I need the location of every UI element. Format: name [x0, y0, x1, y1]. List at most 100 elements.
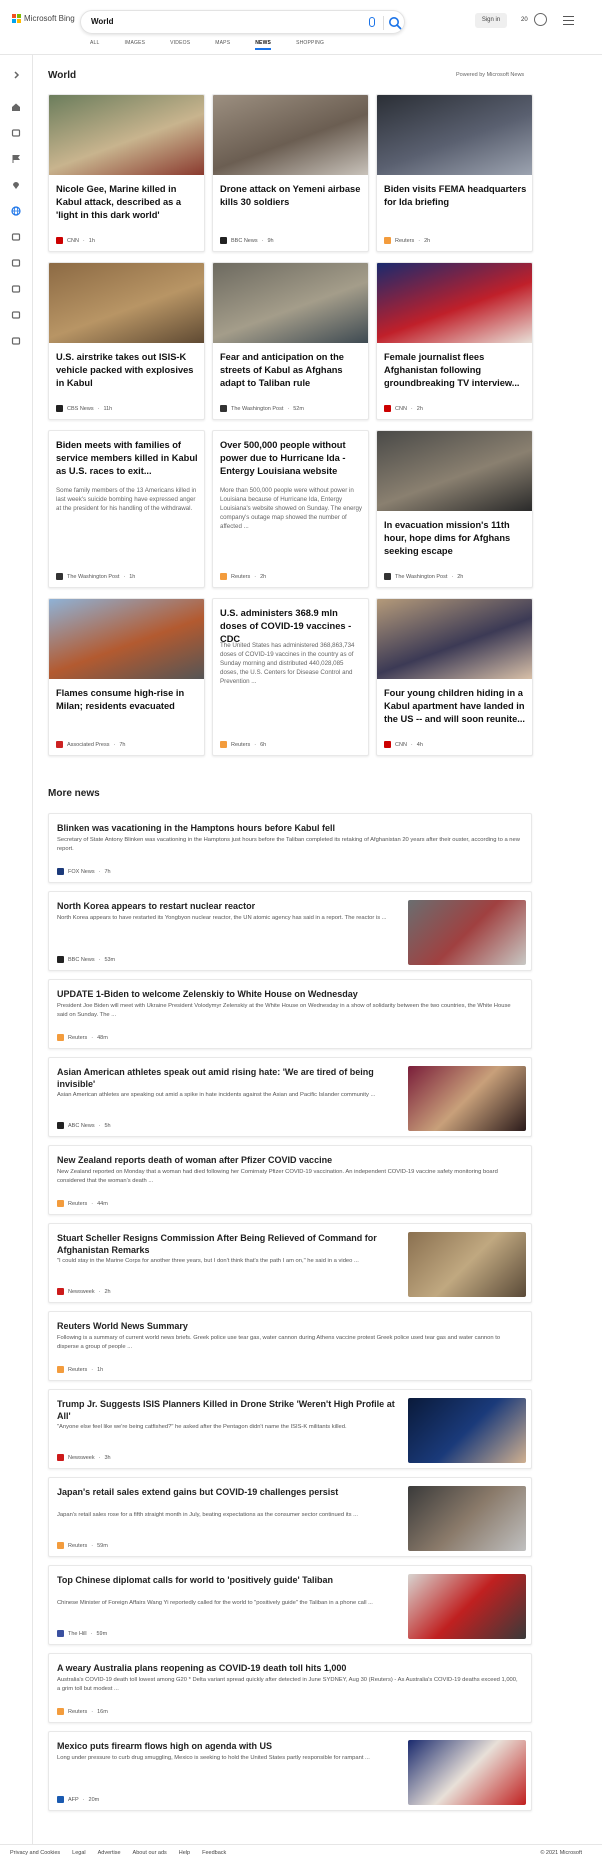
news-card-source[interactable]: CNN · 4h: [384, 741, 423, 748]
news-card-image[interactable]: [49, 263, 204, 343]
news-card-title[interactable]: Flames consume high-rise in Milan; resid…: [56, 687, 199, 713]
news-card-title[interactable]: Over 500,000 people without power due to…: [220, 439, 363, 478]
news-card-title[interactable]: U.S. airstrike takes out ISIS-K vehicle …: [56, 351, 199, 390]
more-news-item[interactable]: Asian American athletes speak out amid r…: [48, 1057, 532, 1137]
news-card-image[interactable]: [377, 263, 532, 343]
more-news-item[interactable]: Reuters World News Summary Following is a…: [48, 1311, 532, 1381]
more-news-title[interactable]: Mexico puts firearm flows high on agenda…: [57, 1740, 397, 1752]
more-news-source[interactable]: BBC News · 53m: [57, 956, 115, 963]
bank-icon[interactable]: [11, 307, 21, 319]
tab-maps[interactable]: MAPS: [215, 40, 230, 50]
news-card-image[interactable]: [377, 599, 532, 679]
news-card[interactable]: Four young children hiding in a Kabul ap…: [376, 598, 533, 756]
more-news-title[interactable]: New Zealand reports death of woman after…: [57, 1154, 522, 1166]
more-news-title[interactable]: Japan's retail sales extend gains but CO…: [57, 1486, 397, 1498]
more-news-item[interactable]: Trump Jr. Suggests ISIS Planners Killed …: [48, 1389, 532, 1469]
more-news-thumbnail[interactable]: [408, 1740, 526, 1805]
footer-link[interactable]: Legal: [72, 1850, 85, 1856]
more-news-source[interactable]: Reuters · 16m: [57, 1708, 108, 1715]
science-icon[interactable]: [11, 229, 21, 241]
more-news-source[interactable]: Reuters · 59m: [57, 1542, 108, 1549]
more-news-source[interactable]: AFP · 20m: [57, 1796, 99, 1803]
more-news-thumbnail[interactable]: [408, 1486, 526, 1551]
news-card-title[interactable]: Fear and anticipation on the streets of …: [220, 351, 363, 390]
tab-shopping[interactable]: SHOPPING: [296, 40, 324, 50]
more-news-title[interactable]: A weary Australia plans reopening as COV…: [57, 1662, 522, 1674]
news-card-source[interactable]: CBS News · 11h: [56, 405, 112, 412]
footer-link[interactable]: Feedback: [202, 1850, 226, 1856]
news-card-image[interactable]: [213, 263, 368, 343]
tab-videos[interactable]: VIDEOS: [170, 40, 190, 50]
footer-link[interactable]: Help: [179, 1850, 190, 1856]
news-card-image[interactable]: [377, 431, 532, 511]
plane-icon[interactable]: [11, 125, 21, 137]
news-card-image[interactable]: [49, 95, 204, 175]
more-news-source[interactable]: Reuters · 1h: [57, 1366, 103, 1373]
news-card-title[interactable]: Nicole Gee, Marine killed in Kabul attac…: [56, 183, 199, 222]
news-card-source[interactable]: The Washington Post · 1h: [56, 573, 135, 580]
flag-icon[interactable]: [11, 151, 21, 163]
more-news-source[interactable]: Reuters · 48m: [57, 1034, 108, 1041]
search-input[interactable]: World: [91, 17, 114, 26]
news-card-source[interactable]: Associated Press · 7h: [56, 741, 125, 748]
more-news-item[interactable]: Stuart Scheller Resigns Commission After…: [48, 1223, 532, 1303]
footer-link[interactable]: Advertise: [98, 1850, 121, 1856]
news-card[interactable]: Drone attack on Yemeni airbase kills 30 …: [212, 94, 369, 252]
film-icon[interactable]: [11, 281, 21, 293]
news-card-source[interactable]: CNN · 1h: [56, 237, 95, 244]
news-card-title[interactable]: Biden meets with families of service mem…: [56, 439, 199, 478]
news-card-source[interactable]: Reuters · 2h: [220, 573, 266, 580]
rewards-icon[interactable]: [534, 13, 547, 26]
search-box[interactable]: World: [80, 10, 405, 34]
hamburger-menu-icon[interactable]: [563, 16, 574, 25]
rewards-points[interactable]: 20: [521, 17, 528, 23]
news-card-source[interactable]: Reuters · 2h: [384, 237, 430, 244]
globe-icon[interactable]: [11, 203, 21, 216]
more-news-thumbnail[interactable]: [408, 1066, 526, 1131]
more-news-thumbnail[interactable]: [408, 1398, 526, 1463]
news-card-source[interactable]: Reuters · 6h: [220, 741, 266, 748]
sign-in-button[interactable]: Sign in: [475, 13, 507, 28]
news-card[interactable]: Biden visits FEMA headquarters for Ida b…: [376, 94, 533, 252]
more-news-item[interactable]: Mexico puts firearm flows high on agenda…: [48, 1731, 532, 1811]
rocket-icon[interactable]: [11, 255, 21, 267]
location-icon[interactable]: [11, 177, 21, 189]
more-news-item[interactable]: New Zealand reports death of woman after…: [48, 1145, 532, 1215]
more-news-thumbnail[interactable]: [408, 1574, 526, 1639]
news-card-image[interactable]: [49, 599, 204, 679]
more-news-title[interactable]: UPDATE 1-Biden to welcome Zelenskiy to W…: [57, 988, 522, 1000]
more-news-title[interactable]: Trump Jr. Suggests ISIS Planners Killed …: [57, 1398, 397, 1422]
more-news-source[interactable]: Reuters · 44m: [57, 1200, 108, 1207]
more-news-item[interactable]: Japan's retail sales extend gains but CO…: [48, 1477, 532, 1557]
more-news-item[interactable]: UPDATE 1-Biden to welcome Zelenskiy to W…: [48, 979, 532, 1049]
more-news-source[interactable]: Newsweek · 2h: [57, 1288, 111, 1295]
more-news-item[interactable]: Top Chinese diplomat calls for world to …: [48, 1565, 532, 1645]
home-icon[interactable]: [11, 99, 21, 111]
more-news-item[interactable]: Blinken was vacationing in the Hamptons …: [48, 813, 532, 883]
search-icon[interactable]: [387, 15, 403, 31]
news-card[interactable]: Flames consume high-rise in Milan; resid…: [48, 598, 205, 756]
microphone-icon[interactable]: [369, 17, 375, 27]
more-news-source[interactable]: FOX News · 7h: [57, 868, 111, 875]
chevron-right-icon[interactable]: [11, 67, 21, 79]
more-news-title[interactable]: Reuters World News Summary: [57, 1320, 522, 1332]
more-news-title[interactable]: Stuart Scheller Resigns Commission After…: [57, 1232, 397, 1256]
news-card-title[interactable]: Female journalist flees Afghanistan foll…: [384, 351, 527, 390]
news-card[interactable]: U.S. airstrike takes out ISIS-K vehicle …: [48, 262, 205, 420]
footer-link[interactable]: About our ads: [133, 1850, 167, 1856]
news-card-source[interactable]: The Washington Post · 2h: [384, 573, 463, 580]
news-card[interactable]: In evacuation mission's 11th hour, hope …: [376, 430, 533, 588]
bing-logo[interactable]: Microsoft Bing: [12, 14, 75, 23]
more-news-source[interactable]: ABC News · 5h: [57, 1122, 111, 1129]
news-card[interactable]: U.S. administers 368.9 mln doses of COVI…: [212, 598, 369, 756]
news-card-image[interactable]: [213, 95, 368, 175]
news-card-source[interactable]: CNN · 2h: [384, 405, 423, 412]
more-news-item[interactable]: North Korea appears to restart nuclear r…: [48, 891, 532, 971]
news-card[interactable]: Female journalist flees Afghanistan foll…: [376, 262, 533, 420]
more-news-thumbnail[interactable]: [408, 900, 526, 965]
more-news-item[interactable]: A weary Australia plans reopening as COV…: [48, 1653, 532, 1723]
more-news-source[interactable]: Newsweek · 3h: [57, 1454, 111, 1461]
more-news-title[interactable]: Blinken was vacationing in the Hamptons …: [57, 822, 522, 834]
news-card[interactable]: Nicole Gee, Marine killed in Kabul attac…: [48, 94, 205, 252]
news-card-title[interactable]: Four young children hiding in a Kabul ap…: [384, 687, 527, 726]
